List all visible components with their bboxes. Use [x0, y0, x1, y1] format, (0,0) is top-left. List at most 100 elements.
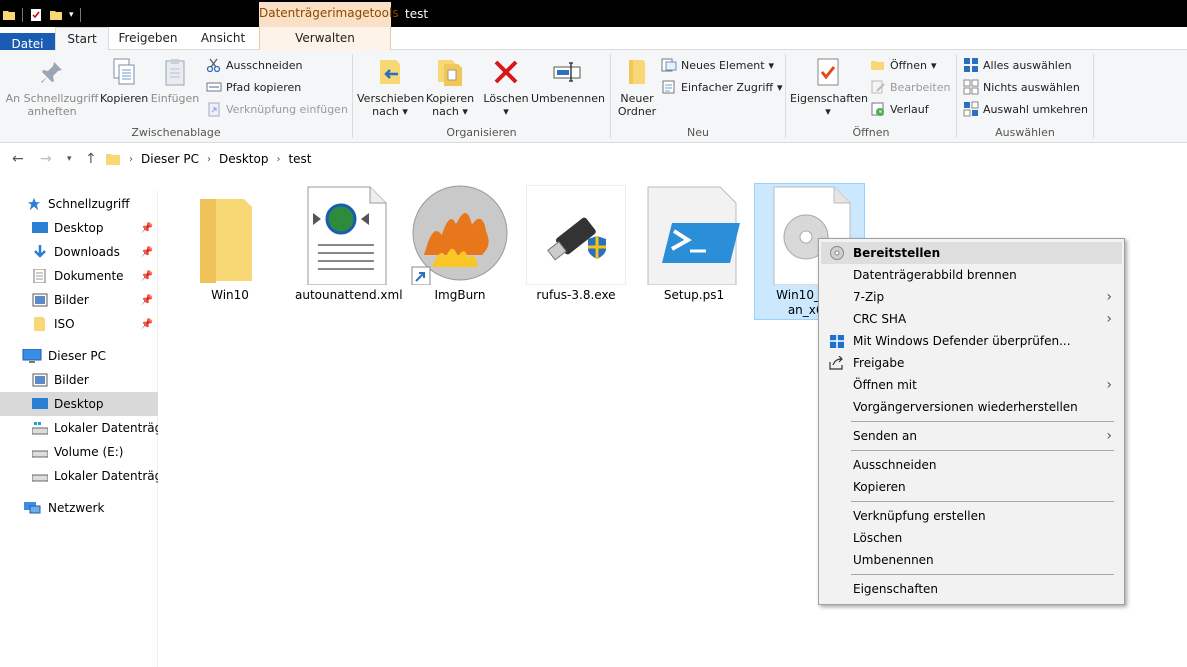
menu-item-open-with[interactable]: Öffnen mit › [821, 374, 1122, 396]
rename-button[interactable]: Umbenennen [531, 56, 605, 105]
disc-icon [830, 246, 844, 260]
forward-arrow-icon[interactable]: → [40, 151, 52, 167]
menu-item-restore-versions[interactable]: Vorgängerversionen wiederherstellen [821, 396, 1122, 418]
new-item-button[interactable]: Neues Element ▾ [661, 56, 774, 74]
file-item[interactable]: Win10 [179, 184, 281, 318]
open-folder-icon [871, 61, 884, 70]
menu-item-crc-sha[interactable]: CRC SHA › [821, 308, 1122, 330]
sidebar-item-desktop[interactable]: Desktop 📌 [0, 216, 158, 240]
sidebar-item-quick-access[interactable]: Schnellzugriff [0, 192, 158, 216]
chevron-right-icon[interactable]: › [129, 154, 133, 165]
paste-shortcut-button[interactable]: Verknüpfung einfügen [206, 100, 348, 118]
group-label-select: Auswählen [995, 126, 1055, 139]
breadcrumb-item[interactable]: test [288, 152, 311, 166]
menu-item-share[interactable]: Freigabe [821, 352, 1122, 374]
new-folder-icon[interactable] [49, 8, 63, 22]
sidebar-item-this-pc[interactable]: Dieser PC [0, 344, 158, 368]
properties-check-icon[interactable] [29, 8, 43, 22]
menu-item-send-to[interactable]: Senden an › [821, 425, 1122, 447]
properties-button[interactable]: Eigenschaften ▾ [790, 56, 868, 118]
back-arrow-icon[interactable]: ← [12, 151, 24, 167]
navigation-bar: ← → ▾ ↑ › Dieser PC › Desktop › test [0, 143, 1187, 175]
invert-selection-button[interactable]: Auswahl umkehren [963, 100, 1088, 118]
pin-icon[interactable]: 📌 [141, 271, 153, 282]
copy-to-icon [438, 60, 462, 86]
pictures-icon [32, 293, 48, 307]
folder-icon[interactable] [2, 8, 16, 22]
chevron-down-icon[interactable]: ▾ [69, 10, 74, 20]
sidebar-item-network[interactable]: Netzwerk [0, 496, 158, 520]
new-folder-button[interactable]: Neuer Ordner [615, 56, 659, 118]
menu-item-burn[interactable]: Datenträgerabbild brennen [821, 264, 1122, 286]
paste-button[interactable]: Einfügen [150, 56, 200, 105]
menu-item-copy[interactable]: Kopieren [821, 476, 1122, 498]
copy-button[interactable]: Kopieren [100, 56, 148, 105]
easy-access-button[interactable]: Einfacher Zugriff ▾ [661, 78, 783, 96]
tab-start[interactable]: Start [55, 27, 109, 51]
clipboard-icon [165, 59, 185, 86]
file-item[interactable]: autounattend.xml [295, 184, 403, 318]
history-button[interactable]: Verlauf [870, 100, 929, 118]
properties-check-icon [817, 58, 839, 86]
group-clipboard: An Schnellzugriff anheften Kopieren Einf… [0, 50, 352, 143]
select-all-button[interactable]: Alles auswählen [963, 56, 1072, 74]
pictures-icon [32, 373, 48, 387]
desktop-icon [32, 398, 48, 409]
breadcrumb-item[interactable]: Dieser PC [141, 152, 199, 166]
sidebar-item-local-disk-c[interactable]: Lokaler Datenträger [0, 416, 158, 440]
menu-item-cut[interactable]: Ausschneiden [821, 454, 1122, 476]
breadcrumb-item[interactable]: Desktop [219, 152, 269, 166]
copy-path-button[interactable]: Pfad kopieren [206, 78, 301, 96]
chevron-right-icon: › [1106, 311, 1112, 327]
file-item[interactable]: ImgBurn [409, 184, 511, 318]
edit-button[interactable]: Bearbeiten [870, 78, 950, 96]
menu-item-create-shortcut[interactable]: Verknüpfung erstellen [821, 505, 1122, 527]
tab-manage[interactable]: Verwalten [259, 27, 391, 50]
chevron-right-icon[interactable]: › [207, 154, 211, 165]
delete-x-icon [494, 60, 518, 84]
breadcrumb[interactable]: › Dieser PC › Desktop › test [105, 149, 312, 169]
menu-item-7zip[interactable]: 7-Zip › [821, 286, 1122, 308]
group-new: Neuer Ordner Neues Element ▾ Einfacher Z… [611, 50, 785, 143]
copy-to-button[interactable]: Kopieren nach ▾ [423, 56, 477, 118]
copy-icon [113, 58, 135, 85]
rename-icon [553, 62, 581, 82]
pin-icon[interactable]: 📌 [141, 223, 153, 234]
sidebar-item-local-disk-2[interactable]: Lokaler Datenträger [0, 464, 158, 488]
delete-button[interactable]: Löschen ▾ [481, 56, 531, 118]
menu-item-mount[interactable]: Bereitstellen [821, 242, 1122, 264]
select-none-button[interactable]: Nichts auswählen [963, 78, 1080, 96]
sidebar-item-desktop-pc[interactable]: Desktop [0, 392, 158, 416]
drive-icon [32, 474, 48, 482]
ribbon-tabs: Datei Start Freigeben Ansicht Verwalten [0, 27, 1187, 167]
file-item[interactable]: Setup.ps1 [643, 184, 745, 318]
menu-item-properties[interactable]: Eigenschaften [821, 578, 1122, 600]
select-none-icon [963, 79, 979, 95]
open-button[interactable]: Öffnen ▾ [870, 56, 936, 74]
sidebar-item-documents[interactable]: Dokumente 📌 [0, 264, 158, 288]
pin-icon[interactable]: 📌 [141, 295, 153, 306]
tab-view[interactable]: Ansicht [188, 27, 258, 50]
file-item[interactable]: rufus-3.8.exe [525, 184, 627, 318]
sidebar-item-downloads[interactable]: Downloads 📌 [0, 240, 158, 264]
sidebar-item-pictures[interactable]: Bilder 📌 [0, 288, 158, 312]
move-to-button[interactable]: Verschieben nach ▾ [357, 56, 424, 118]
sidebar-item-pictures-pc[interactable]: Bilder [0, 368, 158, 392]
move-to-icon [380, 60, 400, 84]
sidebar-item-volume-e[interactable]: Volume (E:) [0, 440, 158, 464]
chevron-right-icon: › [1106, 289, 1112, 305]
tab-share[interactable]: Freigeben [112, 27, 184, 50]
pin-quick-access-button[interactable]: An Schnellzugriff anheften [4, 56, 100, 118]
up-arrow-icon[interactable]: ↑ [85, 151, 97, 167]
navigation-pane: Schnellzugriff Desktop 📌 Downloads 📌 Dok… [0, 190, 158, 667]
menu-item-defender-scan[interactable]: Mit Windows Defender überprüfen... [821, 330, 1122, 352]
menu-item-rename[interactable]: Umbenennen [821, 549, 1122, 571]
recent-locations-chevron-icon[interactable]: ▾ [67, 154, 72, 164]
chevron-right-icon[interactable]: › [276, 154, 280, 165]
pin-icon[interactable]: 📌 [141, 319, 153, 330]
star-icon [27, 197, 41, 211]
cut-button[interactable]: Ausschneiden [206, 56, 303, 74]
sidebar-item-iso[interactable]: ISO 📌 [0, 312, 158, 336]
pin-icon[interactable]: 📌 [141, 247, 153, 258]
menu-item-delete[interactable]: Löschen [821, 527, 1122, 549]
